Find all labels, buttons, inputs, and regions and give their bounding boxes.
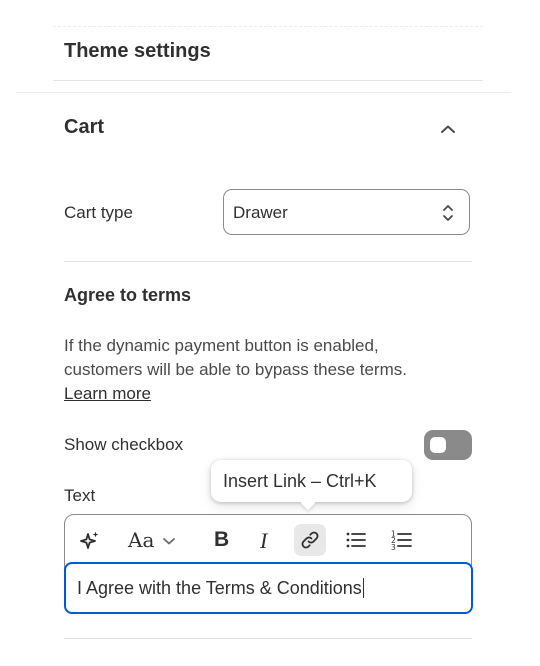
bullet-list-icon	[346, 532, 366, 548]
cart-type-label: Cart type	[64, 203, 133, 222]
description-line: If the dynamic payment button is enabled…	[64, 336, 379, 355]
numbered-list-button[interactable]: 1 2 3	[385, 524, 417, 556]
cart-type-select[interactable]: Drawer	[223, 189, 470, 235]
text-field-label: Text	[64, 486, 96, 505]
description-line: customers will be able to bypass these t…	[64, 360, 407, 379]
numbered-list-icon: 1 2 3	[391, 530, 412, 551]
sparkle-icon	[80, 531, 99, 549]
italic-icon: I	[260, 528, 268, 553]
section-divider	[64, 261, 472, 262]
font-icon: Aa	[128, 528, 155, 552]
panel-divider	[16, 92, 511, 93]
agree-terms-title: Agree to terms	[64, 285, 192, 305]
show-checkbox-toggle[interactable]	[424, 430, 472, 460]
cart-section-title: Cart	[64, 116, 105, 138]
chevron-up-icon	[441, 125, 455, 133]
text-caret	[362, 578, 364, 598]
bold-icon: B	[214, 528, 230, 551]
chevron-down-icon	[163, 538, 175, 545]
header-divider	[53, 80, 483, 81]
toggle-knob	[430, 437, 446, 453]
select-arrows-icon	[443, 205, 453, 221]
learn-more-link[interactable]: Learn more	[64, 384, 151, 403]
ai-generate-button[interactable]	[74, 524, 106, 556]
top-divider	[53, 26, 483, 28]
list-number: 3	[391, 543, 396, 551]
cart-type-value: Drawer	[233, 203, 288, 222]
insert-link-button[interactable]	[294, 524, 326, 556]
tooltip-text: Insert Link – Ctrl+K	[223, 471, 377, 491]
italic-button[interactable]: I	[249, 524, 281, 556]
bold-button[interactable]: B	[205, 524, 237, 556]
agree-terms-description: If the dynamic payment button is enabled…	[64, 334, 474, 406]
bullet-list-button[interactable]	[340, 524, 372, 556]
link-icon	[301, 531, 319, 549]
page-title: Theme settings	[64, 40, 211, 62]
font-style-button[interactable]: Aa	[123, 524, 181, 556]
editor-toolbar: Aa B I 1 2 3	[65, 515, 471, 564]
collapse-cart-button[interactable]	[436, 118, 460, 142]
bottom-divider	[64, 638, 472, 639]
show-checkbox-label: Show checkbox	[64, 435, 184, 454]
terms-text-input[interactable]: I Agree with the Terms & Conditions	[64, 562, 473, 614]
insert-link-tooltip: Insert Link – Ctrl+K	[211, 460, 412, 511]
terms-text-value: I Agree with the Terms & Conditions	[77, 578, 362, 598]
